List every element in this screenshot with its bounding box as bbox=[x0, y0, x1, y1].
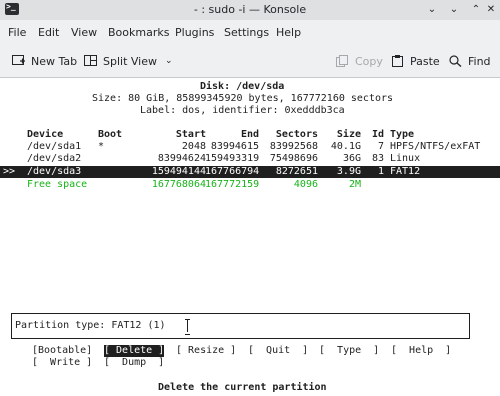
row-size: 40.1G bbox=[330, 141, 361, 152]
menu-bar: File Edit View Bookmarks Plugins Setting… bbox=[0, 20, 500, 44]
title-bar: - : sudo -i — Konsole ⌄ ⌄ ⌃ ✕ bbox=[0, 0, 500, 20]
menu-plugins[interactable]: Plugins bbox=[175, 26, 214, 39]
row-end: 159493319 bbox=[205, 153, 260, 164]
row-type: Linux bbox=[390, 153, 421, 164]
menu-edit[interactable]: Edit bbox=[38, 26, 59, 39]
quit-command[interactable]: [ Quit ] bbox=[248, 345, 308, 357]
split-view-icon bbox=[84, 55, 98, 67]
col-boot: Boot bbox=[98, 129, 123, 140]
col-device: Device bbox=[27, 129, 64, 140]
row-boot: * bbox=[98, 141, 105, 152]
free-space-row[interactable]: Free space 167768064 167772159 4096 2M bbox=[0, 179, 500, 191]
paste-icon bbox=[391, 55, 405, 67]
col-id: Id bbox=[371, 129, 384, 140]
col-type: Type bbox=[390, 129, 415, 140]
selection-marker: >> bbox=[3, 166, 16, 177]
col-sectors: Sectors bbox=[275, 129, 318, 140]
col-end: End bbox=[240, 129, 259, 140]
chevron-down-icon[interactable]: ⌄ bbox=[425, 3, 439, 17]
col-start: Start bbox=[175, 129, 206, 140]
close-icon[interactable]: ✕ bbox=[484, 3, 498, 17]
partition-row[interactable]: /dev/sda2 83994624 159493319 75498696 36… bbox=[0, 153, 500, 165]
split-view-button[interactable]: Split View ⌄ bbox=[84, 53, 173, 69]
disk-size: Size: 80 GiB, 85899345920 bytes, 1677721… bbox=[92, 93, 394, 104]
paste-label: Paste bbox=[410, 54, 440, 68]
row-id: 7 bbox=[377, 141, 384, 152]
command-help-text: Delete the current partition bbox=[158, 382, 327, 393]
row-size: 36G bbox=[342, 153, 361, 164]
delete-command[interactable]: [ Delete ] bbox=[104, 345, 165, 357]
dump-command[interactable]: [ Dump ] bbox=[104, 357, 164, 369]
menu-help[interactable]: Help bbox=[276, 26, 301, 39]
row-end: 167772159 bbox=[205, 179, 260, 190]
row-sectors: 4096 bbox=[293, 179, 318, 190]
bootable-command[interactable]: [Bootable] bbox=[32, 345, 92, 357]
menu-settings[interactable]: Settings bbox=[224, 26, 269, 39]
row-device: /dev/sda3 bbox=[27, 166, 82, 177]
menu-view[interactable]: View bbox=[71, 26, 97, 39]
row-start: 83994624 bbox=[157, 153, 206, 164]
minimize-icon[interactable]: ⌄ bbox=[447, 3, 461, 17]
toolbar: New Tab Split View ⌄ Copy Paste Find bbox=[0, 44, 500, 78]
row-end: 167766794 bbox=[205, 166, 260, 177]
menu-file[interactable]: File bbox=[8, 26, 26, 39]
row-start: 159494144 bbox=[151, 166, 206, 177]
partition-info-box: Partition type: FAT12 (1) bbox=[11, 313, 470, 339]
maximize-icon[interactable]: ⌃ bbox=[469, 3, 483, 17]
row-device: /dev/sda2 bbox=[27, 153, 82, 164]
disk-title: Disk: /dev/sda bbox=[200, 81, 285, 92]
row-id: 1 bbox=[377, 166, 384, 177]
row-type: HPFS/NTFS/exFAT bbox=[390, 141, 481, 152]
text-cursor-icon bbox=[185, 319, 191, 335]
row-sectors: 75498696 bbox=[269, 153, 318, 164]
terminal-view[interactable]: Disk: /dev/sda Size: 80 GiB, 85899345920… bbox=[0, 78, 500, 396]
resize-command[interactable]: [ Resize ] bbox=[176, 345, 236, 357]
search-icon bbox=[449, 55, 463, 68]
new-tab-icon bbox=[12, 55, 26, 67]
find-button[interactable]: Find bbox=[449, 53, 491, 69]
row-end: 83994615 bbox=[210, 141, 259, 152]
row-type: FAT12 bbox=[390, 166, 421, 177]
row-start: 167768064 bbox=[151, 179, 206, 190]
type-command[interactable]: [ Type ] bbox=[319, 345, 379, 357]
chevron-down-icon: ⌄ bbox=[165, 56, 173, 66]
partition-row-selected[interactable]: >> /dev/sda3 159494144 167766794 8272651… bbox=[0, 166, 500, 178]
row-size: 3.9G bbox=[336, 166, 361, 177]
row-sectors: 83992568 bbox=[269, 141, 318, 152]
split-view-label: Split View bbox=[103, 54, 157, 68]
copy-label: Copy bbox=[355, 54, 383, 68]
menu-bookmarks[interactable]: Bookmarks bbox=[108, 26, 169, 39]
partition-table-header: Device Boot Start End Sectors Size Id Ty… bbox=[0, 129, 500, 141]
find-label: Find bbox=[468, 54, 491, 68]
row-start: 2048 bbox=[181, 141, 206, 152]
row-id: 83 bbox=[371, 153, 384, 164]
row-device: Free space bbox=[27, 179, 88, 190]
copy-button[interactable]: Copy bbox=[336, 53, 383, 69]
partition-row[interactable]: /dev/sda1 * 2048 83994615 83992568 40.1G… bbox=[0, 141, 500, 153]
write-command[interactable]: [ Write ] bbox=[32, 357, 92, 369]
row-size: 2M bbox=[348, 179, 361, 190]
paste-button[interactable]: Paste bbox=[391, 53, 440, 69]
row-device: /dev/sda1 bbox=[27, 141, 82, 152]
row-sectors: 8272651 bbox=[275, 166, 318, 177]
disk-label: Label: dos, identifier: 0xedddb3ca bbox=[140, 105, 345, 116]
new-tab-button[interactable]: New Tab bbox=[12, 53, 77, 69]
copy-icon bbox=[336, 55, 350, 67]
new-tab-label: New Tab bbox=[31, 54, 78, 68]
help-command[interactable]: [ Help ] bbox=[391, 345, 451, 357]
partition-info-text: Partition type: FAT12 (1) bbox=[15, 320, 166, 331]
col-size: Size bbox=[336, 129, 361, 140]
